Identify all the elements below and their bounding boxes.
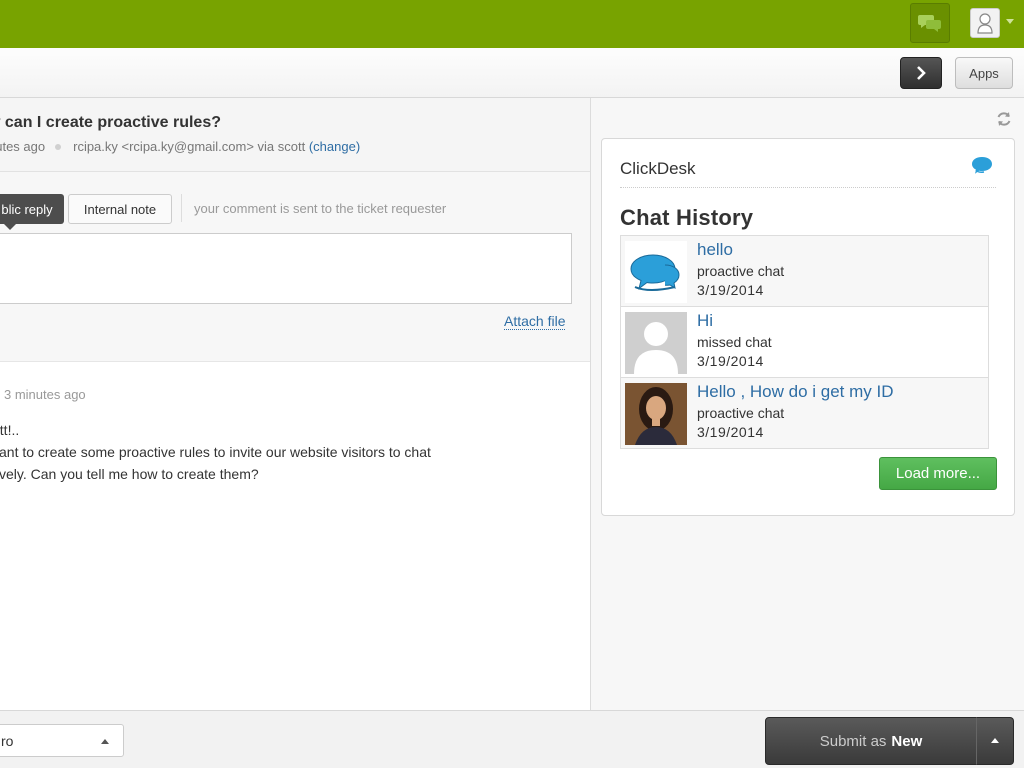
- submit-status: New: [891, 732, 923, 750]
- apps-button[interactable]: Apps: [955, 57, 1013, 89]
- internal-note-tab[interactable]: Internal note: [68, 194, 172, 224]
- chat-message[interactable]: hello: [697, 240, 733, 260]
- ticket-time: nutes ago: [0, 139, 46, 154]
- user-avatar-icon[interactable]: [970, 8, 1000, 38]
- comment-time-text: 3 minutes ago: [4, 387, 86, 402]
- chat-date: 3/19/2014: [697, 353, 764, 369]
- clickdesk-widget: ClickDesk Chat History hello proactive c…: [601, 138, 1015, 516]
- chat-history-item[interactable]: hello proactive chat 3/19/2014: [621, 236, 988, 307]
- chat-date: 3/19/2014: [697, 424, 764, 440]
- ticket-toolbar: Apps: [0, 48, 1024, 98]
- apps-pane: ClickDesk Chat History hello proactive c…: [590, 98, 1024, 710]
- chevron-up-icon: [991, 738, 999, 743]
- chat-date: 3/19/2014: [697, 282, 764, 298]
- clickdesk-logo-icon: [625, 241, 687, 303]
- public-reply-tab[interactable]: blic reply: [0, 194, 64, 230]
- comment-timestamp: 3 minutes ago: [0, 387, 86, 402]
- chat-history-list: hello proactive chat 3/19/2014 Hi missed…: [620, 235, 989, 449]
- chat-history-title: Chat History: [620, 205, 754, 230]
- ticket-pane: w can I create proactive rules? nutes ag…: [0, 98, 590, 710]
- chevron-down-icon[interactable]: [1006, 19, 1014, 24]
- top-bar: [0, 0, 1024, 48]
- attach-file-link[interactable]: Attach file: [504, 313, 566, 330]
- next-ticket-button[interactable]: [900, 57, 942, 89]
- chevron-right-icon: [917, 66, 926, 80]
- chat-bubbles-icon[interactable]: [910, 3, 950, 43]
- widget-divider: [620, 187, 996, 188]
- default-avatar-icon: [625, 312, 687, 374]
- clickdesk-chat-icon: [972, 157, 992, 174]
- user-photo-avatar: [625, 383, 687, 445]
- submit-button[interactable]: Submit as New: [765, 717, 977, 765]
- comment-textarea[interactable]: [0, 233, 572, 304]
- chat-type: proactive chat: [697, 263, 785, 279]
- chat-type: proactive chat: [697, 405, 785, 421]
- chat-history-item[interactable]: Hello , How do i get my ID proactive cha…: [621, 378, 988, 448]
- refresh-icon[interactable]: [995, 110, 1013, 128]
- submit-options-button[interactable]: [976, 717, 1014, 765]
- comment-line: tively. Can you tell me how to create th…: [0, 466, 259, 482]
- submit-label: Submit as: [819, 732, 887, 750]
- change-requester-link[interactable]: (change): [309, 139, 360, 154]
- reply-hint: your comment is sent to the ticket reque…: [194, 201, 447, 216]
- bottom-bar: ro Submit as New: [0, 710, 1024, 768]
- chat-type: missed chat: [697, 334, 772, 350]
- comment-line: vant to create some proactive rules to i…: [0, 444, 431, 460]
- separator-dot: [55, 144, 62, 150]
- macro-select-value: ro: [1, 733, 14, 749]
- load-more-button[interactable]: Load more...: [879, 457, 997, 490]
- ticket-requester: rcipa.ky <rcipa.ky@gmail.com> via scott: [73, 139, 306, 154]
- divider: [181, 194, 182, 222]
- chat-message[interactable]: Hello , How do i get my ID: [697, 382, 894, 402]
- ticket-header: w can I create proactive rules? nutes ag…: [0, 98, 590, 172]
- widget-title: ClickDesk: [620, 159, 696, 178]
- reply-area: blic reply Internal note your comment is…: [0, 172, 590, 362]
- comment-line: ott!..: [0, 422, 20, 438]
- chat-message[interactable]: Hi: [697, 311, 713, 331]
- ticket-subject: w can I create proactive rules?: [0, 114, 221, 131]
- macro-select[interactable]: ro: [0, 724, 124, 757]
- chat-history-item[interactable]: Hi missed chat 3/19/2014: [621, 307, 988, 378]
- chevron-up-icon: [101, 739, 109, 744]
- ticket-meta: nutes ago rcipa.ky <rcipa.ky@gmail.com> v…: [0, 139, 360, 154]
